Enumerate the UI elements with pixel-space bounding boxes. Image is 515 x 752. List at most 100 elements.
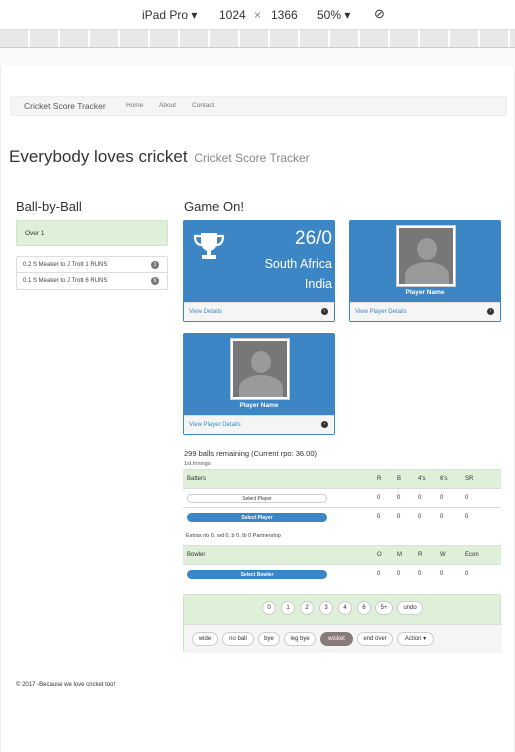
run-0-button[interactable]: 0 bbox=[262, 601, 276, 615]
run-badge: 6 bbox=[151, 277, 159, 285]
view-details-link[interactable]: View Details › bbox=[184, 302, 334, 321]
ruler-bar bbox=[0, 48, 515, 66]
bowler-table: Bowler O M R W Econ Select Bowler 0 0 0 … bbox=[183, 545, 501, 584]
no-ball-button[interactable]: no ball bbox=[222, 632, 254, 646]
table-row: Select Bowler 0 0 0 0 0 bbox=[183, 564, 501, 584]
stat-cell: 0 bbox=[373, 507, 393, 527]
team2-name: India bbox=[304, 277, 332, 291]
arrow-right-icon: › bbox=[321, 421, 328, 428]
table-header-row: Batters R B 4's 6's SR bbox=[183, 469, 501, 489]
run-2-button[interactable]: 2 bbox=[300, 601, 314, 615]
ball-list: 0.2 S Meaker to J Trott 1 RUNS 1 0.1 S M… bbox=[16, 256, 168, 290]
page-subtitle: Cricket Score Tracker bbox=[194, 151, 310, 165]
col-header: Econ bbox=[461, 545, 501, 565]
stat-cell: 0 bbox=[436, 488, 461, 508]
select-player-button[interactable]: Select Player bbox=[187, 512, 327, 522]
bye-button[interactable]: bye bbox=[258, 632, 280, 646]
col-header: SR bbox=[461, 469, 501, 489]
wide-button[interactable]: wide bbox=[192, 632, 218, 646]
run-6-button[interactable]: 6 bbox=[357, 601, 371, 615]
end-over-button[interactable]: end over bbox=[357, 632, 393, 646]
stat-cell: 0 bbox=[393, 564, 414, 584]
col-header: B bbox=[393, 469, 414, 489]
stat-cell: 0 bbox=[461, 488, 501, 508]
ball-item-text: 0.2 S Meaker to J Trott 1 RUNS bbox=[23, 262, 108, 268]
col-header: 6's bbox=[436, 469, 461, 489]
ball-by-ball-heading: Ball-by-Ball bbox=[16, 199, 82, 214]
view-player-details-label: View Player Details bbox=[189, 422, 241, 428]
col-header: O bbox=[373, 545, 393, 565]
col-header: Batters bbox=[183, 469, 373, 489]
device-select[interactable]: iPad Pro ▾ bbox=[142, 8, 197, 22]
col-header: R bbox=[373, 469, 393, 489]
stat-cell: 0 bbox=[373, 564, 393, 584]
ball-item-text: 0.1 S Meaker to J Trott 6 RUNS bbox=[23, 278, 108, 284]
innings-label: 1st Innings bbox=[184, 461, 211, 467]
table-row: Select Player 0 0 0 0 0 bbox=[183, 488, 501, 508]
table-header-row: Bowler O M R W Econ bbox=[183, 545, 501, 565]
times-sign: × bbox=[254, 8, 262, 22]
height-input[interactable]: 1366 bbox=[271, 8, 298, 22]
wicket-button[interactable]: wicket bbox=[320, 632, 353, 646]
view-details-label: View Details bbox=[189, 309, 222, 315]
nav-contact[interactable]: Contact bbox=[192, 102, 214, 109]
player1-panel: Player Name View Player Details › bbox=[349, 220, 501, 322]
view-player-details-label: View Player Details bbox=[355, 309, 407, 315]
event-buttons-row: wide no ball bye leg bye wicket end over… bbox=[184, 624, 502, 653]
run-4-button[interactable]: 4 bbox=[338, 601, 352, 615]
stat-cell: 0 bbox=[414, 564, 436, 584]
view-player-details-link[interactable]: View Player Details › bbox=[184, 415, 334, 434]
col-header: R bbox=[414, 545, 436, 565]
footer-text: © 2017 -Because we love cricket too! bbox=[16, 682, 116, 688]
player1-name: Player Name bbox=[405, 289, 445, 296]
ball-item: 0.2 S Meaker to J Trott 1 RUNS 1 bbox=[17, 257, 167, 273]
navbar: Cricket Score Tracker Home About Contact bbox=[10, 96, 507, 116]
stat-cell: 0 bbox=[461, 507, 501, 527]
arrow-right-icon: › bbox=[487, 308, 494, 315]
run-badge: 1 bbox=[151, 261, 159, 269]
devtools-toolbar: iPad Pro ▾ 1024 × 1366 50% ▾ ⊘ bbox=[0, 0, 515, 30]
table-row: Select Player 0 0 0 0 0 bbox=[183, 507, 501, 527]
undo-button[interactable]: undo bbox=[397, 601, 423, 615]
leg-bye-button[interactable]: leg bye bbox=[284, 632, 316, 646]
view-player-details-link[interactable]: View Player Details › bbox=[350, 302, 500, 321]
game-on-heading: Game On! bbox=[184, 199, 244, 214]
team1-name: South Africa bbox=[264, 257, 332, 271]
col-header: Bowler bbox=[183, 545, 373, 565]
nav-about[interactable]: About bbox=[159, 102, 176, 109]
action-dropdown[interactable]: Action ▾ bbox=[397, 632, 434, 646]
stat-cell: 0 bbox=[436, 507, 461, 527]
score-value: 26/0 bbox=[295, 228, 332, 249]
width-input[interactable]: 1024 bbox=[219, 8, 246, 22]
stat-cell: 0 bbox=[393, 488, 414, 508]
col-header: W bbox=[436, 545, 461, 565]
batters-table: Batters R B 4's 6's SR Select Player 0 0… bbox=[183, 469, 501, 527]
media-query-bar[interactable] bbox=[0, 30, 515, 48]
ball-item: 0.1 S Meaker to J Trott 6 RUNS 6 bbox=[17, 273, 167, 289]
zoom-select[interactable]: 50% ▾ bbox=[317, 8, 350, 22]
run-5plus-button[interactable]: 5+ bbox=[375, 601, 393, 615]
run-3-button[interactable]: 3 bbox=[319, 601, 333, 615]
stat-cell: 0 bbox=[436, 564, 461, 584]
page-title: Everybody loves cricket Cricket Score Tr… bbox=[9, 147, 310, 166]
score-panel: 26/0 South Africa India View Details › bbox=[183, 220, 335, 322]
rotate-icon[interactable]: ⊘ bbox=[374, 6, 385, 22]
col-header: 4's bbox=[414, 469, 436, 489]
run-1-button[interactable]: 1 bbox=[281, 601, 295, 615]
player2-panel: Player Name View Player Details › bbox=[183, 333, 335, 435]
trophy-icon bbox=[193, 233, 225, 259]
over-label: Over 1 bbox=[16, 220, 168, 246]
col-header: M bbox=[393, 545, 414, 565]
extras-line: Extras nb 0, wd 0, b 0, lb 0 Partnership bbox=[186, 533, 281, 539]
nav-home[interactable]: Home bbox=[126, 102, 143, 109]
avatar bbox=[396, 225, 456, 287]
navbar-brand[interactable]: Cricket Score Tracker bbox=[24, 101, 106, 111]
arrow-right-icon: › bbox=[321, 308, 328, 315]
scoring-controls: 0 1 2 3 4 6 5+ undo wide no ball bye leg… bbox=[183, 594, 502, 653]
balls-remaining: 299 balls remaining (Current rpo: 36.00) bbox=[184, 449, 317, 458]
page-viewport: Cricket Score Tracker Home About Contact… bbox=[0, 66, 515, 752]
select-bowler-button[interactable]: Select Bowler bbox=[187, 569, 327, 579]
stat-cell: 0 bbox=[393, 507, 414, 527]
select-player-button[interactable]: Select Player bbox=[187, 493, 327, 503]
stat-cell: 0 bbox=[414, 488, 436, 508]
